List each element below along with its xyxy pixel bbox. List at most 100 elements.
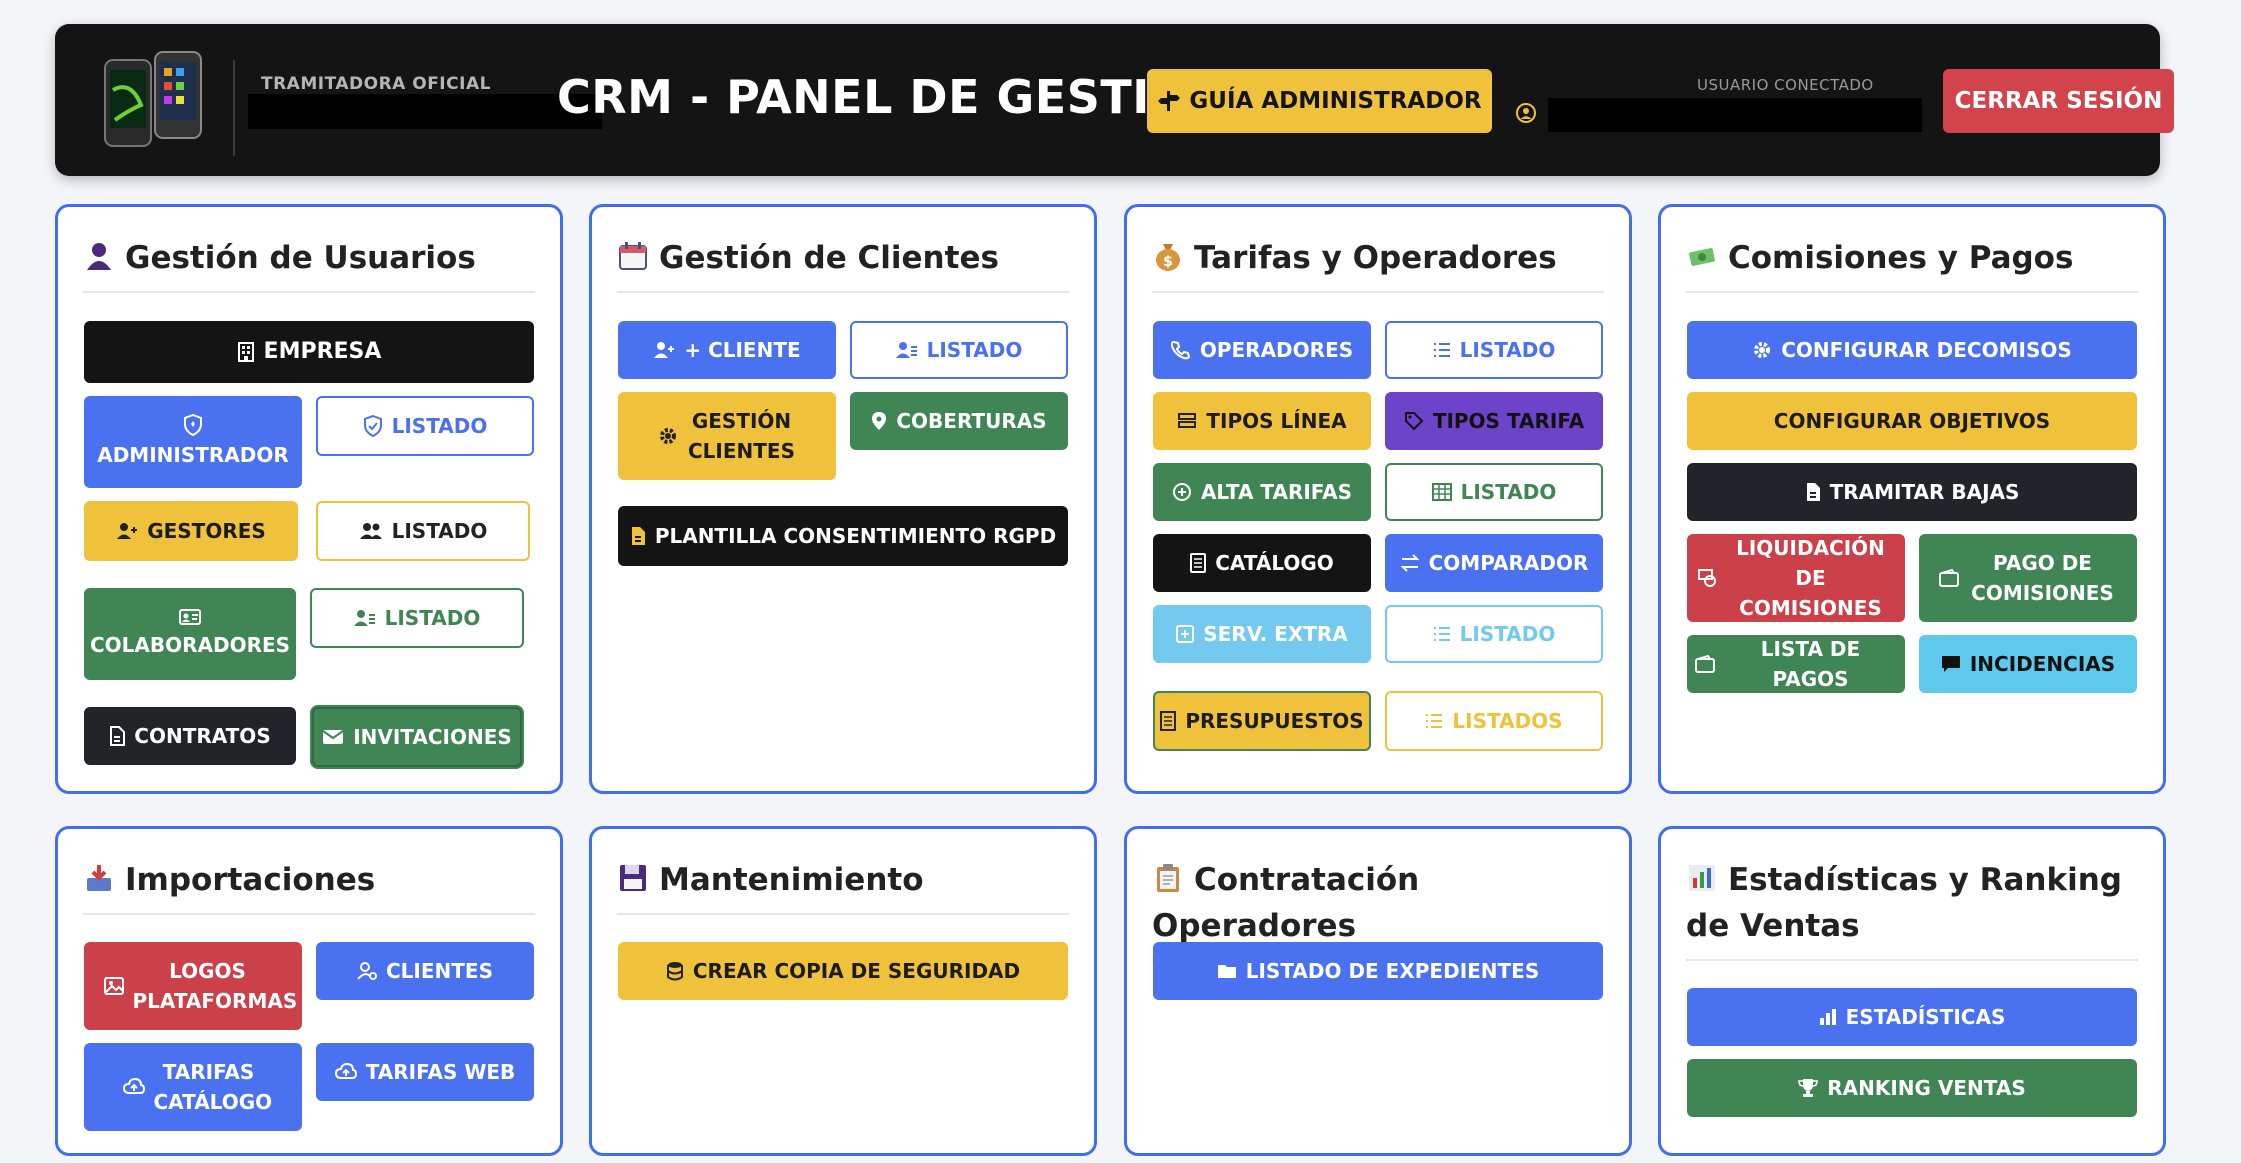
- gear-icon: [1754, 342, 1771, 358]
- pago-comisiones-button[interactable]: PAGO DE COMISIONES: [1919, 534, 2137, 622]
- list-icon: [1433, 627, 1450, 641]
- plantilla-rgpd-button[interactable]: PLANTILLA CONSENTIMIENTO RGPD: [618, 506, 1068, 566]
- cloud-upload-icon: [334, 1063, 357, 1079]
- page-title: CRM - PANEL DE GESTIÓN: [557, 70, 1229, 124]
- shield-icon: [184, 414, 202, 436]
- listado-tarifas-button[interactable]: LISTADO: [1385, 463, 1603, 521]
- wallet-icon: [1695, 655, 1715, 673]
- card-tarifas-title: $ Tarifas y Operadores: [1152, 235, 1604, 293]
- file-icon: [110, 726, 126, 746]
- cloud-upload-icon: [122, 1078, 145, 1094]
- estadisticas-button[interactable]: ESTADÍSTICAS: [1687, 988, 2137, 1046]
- tramitar-bajas-button[interactable]: TRAMITAR BAJAS: [1687, 463, 2137, 521]
- incidencias-button[interactable]: INCIDENCIAS: [1919, 635, 2137, 693]
- user-icon: [87, 243, 111, 270]
- guide-admin-label: GUÍA ADMINISTRADOR: [1189, 88, 1482, 114]
- empresa-button[interactable]: EMPRESA: [84, 321, 534, 383]
- card-mantenimiento: Mantenimiento CREAR COPIA DE SEGURIDAD: [589, 826, 1097, 1156]
- gear-icon: [659, 428, 676, 444]
- clipboard-icon: [1157, 864, 1179, 892]
- alta-tarifas-button[interactable]: ALTA TARIFAS: [1153, 463, 1371, 521]
- listado-admin-button[interactable]: LISTADO: [316, 396, 534, 456]
- tarifas-web-button[interactable]: TARIFAS WEB: [316, 1043, 534, 1101]
- serv-extra-button[interactable]: SERV. EXTRA: [1153, 605, 1371, 663]
- presupuestos-button[interactable]: PRESUPUESTOS: [1153, 691, 1371, 751]
- guide-admin-button[interactable]: GUÍA ADMINISTRADOR: [1147, 69, 1492, 133]
- crear-copia-button[interactable]: CREAR COPIA DE SEGURIDAD: [618, 942, 1068, 1000]
- redacted-user-name: [1548, 98, 1922, 132]
- listado-operadores-button[interactable]: LISTADO: [1385, 321, 1603, 379]
- users-icon: [359, 523, 382, 539]
- catalogo-button[interactable]: CATÁLOGO: [1153, 534, 1371, 592]
- invitaciones-button[interactable]: INVITACIONES: [312, 707, 522, 767]
- signpost-split-icon: [1178, 413, 1197, 428]
- card-usuarios: Gestión de Usuarios EMPRESA ADMINISTRADO…: [55, 204, 563, 794]
- floppy-disk-icon: [620, 865, 646, 891]
- card-importaciones: Importaciones LOGOS PLATAFORMAS CLIENTES…: [55, 826, 563, 1156]
- inbox-tray-icon: [87, 865, 111, 891]
- listado-clientes-button[interactable]: LISTADO: [850, 321, 1068, 379]
- configurar-decomisos-button[interactable]: CONFIGURAR DECOMISOS: [1687, 321, 2137, 379]
- list-icon: [1433, 343, 1450, 357]
- id-card-icon: [179, 609, 201, 625]
- coberturas-button[interactable]: COBERTURAS: [850, 392, 1068, 450]
- comparador-button[interactable]: COMPARADOR: [1385, 534, 1603, 592]
- arrows-swap-icon: [1400, 554, 1420, 572]
- card-usuarios-title: Gestión de Usuarios: [83, 235, 535, 293]
- chat-alert-icon: [1941, 656, 1960, 672]
- colaboradores-button[interactable]: COLABORADORES: [84, 588, 296, 680]
- listados-presupuestos-button[interactable]: LISTADOS: [1385, 691, 1603, 751]
- card-tarifas: $ Tarifas y Operadores OPERADORES LISTADO…: [1124, 204, 1632, 794]
- card-estadisticas: Estadísticas y Ranking de Ventas ESTADÍS…: [1658, 826, 2166, 1156]
- listado-colab-button[interactable]: LISTADO: [310, 588, 524, 648]
- shield-check-icon: [363, 415, 382, 437]
- gestion-clientes-button[interactable]: GESTIÓN CLIENTES: [618, 392, 836, 480]
- user-plus-icon: [654, 342, 675, 358]
- trophy-icon: [1798, 1079, 1818, 1097]
- journal-icon: [1190, 553, 1207, 573]
- building-icon: [237, 342, 254, 362]
- configurar-objetivos-button[interactable]: CONFIGURAR OBJETIVOS: [1687, 392, 2137, 450]
- logos-plataformas-button[interactable]: LOGOS PLATAFORMAS: [84, 942, 302, 1030]
- ranking-ventas-button[interactable]: RANKING VENTAS: [1687, 1059, 2137, 1117]
- logout-button[interactable]: CERRAR SESIÓN: [1943, 69, 2174, 133]
- card-comisiones: Comisiones y Pagos CONFIGURAR DECOMISOS …: [1658, 204, 2166, 794]
- tipos-tarifa-button[interactable]: TIPOS TARIFA: [1385, 392, 1603, 450]
- cash-coin-icon: [1697, 569, 1716, 587]
- gestores-button[interactable]: GESTORES: [84, 501, 298, 561]
- card-comisiones-title: Comisiones y Pagos: [1686, 235, 2138, 293]
- list-icon: [1426, 714, 1443, 728]
- wallet-icon: [1938, 569, 1959, 587]
- listado-expedientes-button[interactable]: LISTADO DE EXPEDIENTES: [1153, 942, 1603, 1000]
- card-estadisticas-title: Estadísticas y Ranking de Ventas: [1686, 857, 2138, 961]
- liquidacion-comisiones-button[interactable]: LIQUIDACIÓN DE COMISIONES: [1687, 534, 1905, 622]
- card-clientes-title: Gestión de Clientes: [617, 235, 1069, 293]
- card-mantenimiento-title: Mantenimiento: [617, 857, 1069, 915]
- importar-clientes-button[interactable]: CLIENTES: [316, 942, 534, 1000]
- folder-icon: [1217, 965, 1236, 978]
- listado-gestores-button[interactable]: LISTADO: [316, 501, 530, 561]
- tarifas-catalogo-button[interactable]: TARIFAS CATÁLOGO: [84, 1043, 302, 1131]
- svg-text:$: $: [1163, 254, 1173, 270]
- redacted-company-name: [248, 94, 602, 129]
- listado-serv-extra-button[interactable]: LISTADO: [1385, 605, 1603, 663]
- user-list-icon: [895, 342, 917, 358]
- map-pin-icon: [872, 412, 887, 430]
- tipos-linea-button[interactable]: TIPOS LÍNEA: [1153, 392, 1371, 450]
- money-wings-icon: [1689, 248, 1715, 266]
- image-icon: [103, 977, 124, 995]
- envelope-icon: [322, 730, 344, 744]
- connected-user-label: USUARIO CONECTADO: [1697, 76, 1874, 94]
- bar-chart-icon: [1689, 865, 1715, 891]
- operadores-button[interactable]: OPERADORES: [1153, 321, 1371, 379]
- administrador-button[interactable]: ADMINISTRADOR: [84, 396, 302, 488]
- table-icon: [1431, 483, 1452, 501]
- receipt-icon: [1160, 711, 1177, 731]
- nuevo-cliente-button[interactable]: + CLIENTE: [618, 321, 836, 379]
- calendar-icon: [619, 242, 647, 270]
- lista-pagos-button[interactable]: LISTA DE PAGOS: [1687, 635, 1905, 693]
- bar-chart-icon: [1819, 1009, 1836, 1025]
- user-circle-icon: [1516, 103, 1536, 123]
- contratos-button[interactable]: CONTRATOS: [84, 707, 296, 765]
- user-list-icon: [353, 610, 375, 626]
